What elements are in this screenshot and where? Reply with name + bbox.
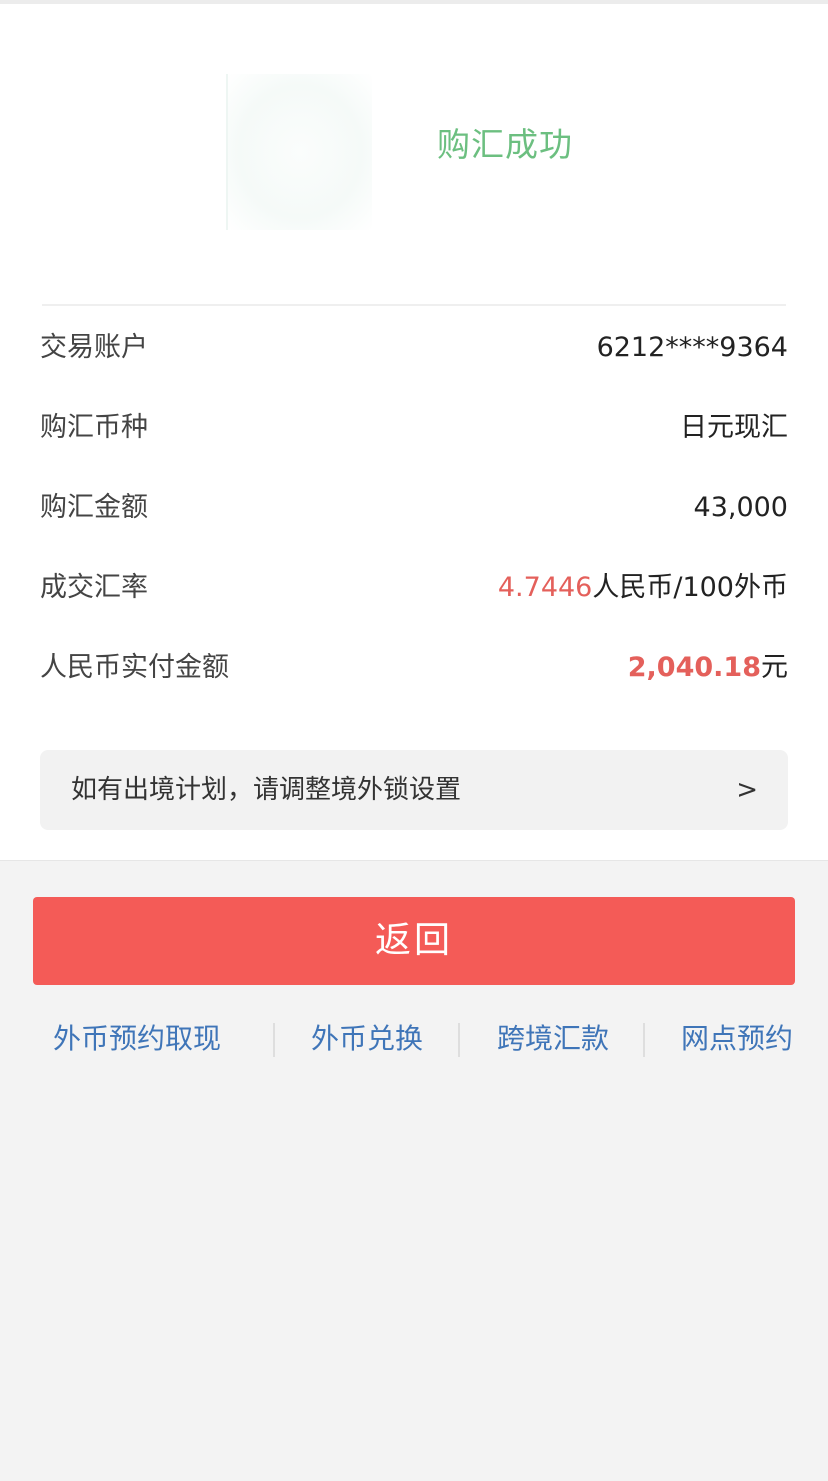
link-foreign-cash-reservation[interactable]: 外币预约取现 xyxy=(53,1015,221,1063)
detail-row-account: 交易账户 6212****9364 xyxy=(40,328,788,368)
notice-text: 如有出境计划，请调整境外锁设置 xyxy=(71,775,462,805)
detail-value: 6212****9364 xyxy=(596,332,788,363)
detail-value: 4.7446人民币/100外币 xyxy=(498,568,788,608)
detail-label: 交易账户 xyxy=(40,332,148,363)
link-branch-reservation[interactable]: 网点预约 xyxy=(681,1015,793,1063)
chevron-right-icon: > xyxy=(736,775,758,805)
link-foreign-exchange[interactable]: 外币兑换 xyxy=(311,1015,423,1063)
return-button[interactable]: 返回 xyxy=(33,897,795,985)
status-title: 购汇成功 xyxy=(437,125,573,164)
detail-value: 日元现汇 xyxy=(680,412,788,443)
detail-label: 人民币实付金额 xyxy=(40,652,229,683)
detail-row-amount: 购汇金额 43,000 xyxy=(40,488,788,528)
link-separator xyxy=(643,1023,645,1057)
success-icon xyxy=(226,74,372,230)
result-card: 购汇成功 交易账户 6212****9364 购汇币种 日元现汇 购汇金额 43… xyxy=(0,0,828,861)
quick-links: 外币预约取现 外币兑换 跨境汇款 网点预约 xyxy=(0,1015,828,1065)
detail-row-rate: 成交汇率 4.7446人民币/100外币 xyxy=(40,568,788,608)
link-separator xyxy=(458,1023,460,1057)
divider xyxy=(42,304,786,306)
detail-row-paid: 人民币实付金额 2,040.18元 xyxy=(40,648,788,688)
detail-row-currency: 购汇币种 日元现汇 xyxy=(40,408,788,448)
detail-label: 成交汇率 xyxy=(40,572,148,603)
top-divider xyxy=(0,0,828,4)
detail-label: 购汇币种 xyxy=(40,412,148,443)
link-cross-border-remittance[interactable]: 跨境汇款 xyxy=(497,1015,609,1063)
rate-number: 4.7446 xyxy=(497,572,593,603)
paid-unit: 元 xyxy=(761,652,788,683)
detail-label: 购汇金额 xyxy=(40,492,148,523)
rate-unit: 人民币/100外币 xyxy=(592,572,788,603)
paid-amount: 2,040.18 xyxy=(627,652,761,683)
detail-value: 2,040.18元 xyxy=(628,648,788,688)
detail-value: 43,000 xyxy=(693,492,788,523)
link-separator xyxy=(273,1023,275,1057)
overseas-lock-notice[interactable]: 如有出境计划，请调整境外锁设置 > xyxy=(40,750,788,830)
